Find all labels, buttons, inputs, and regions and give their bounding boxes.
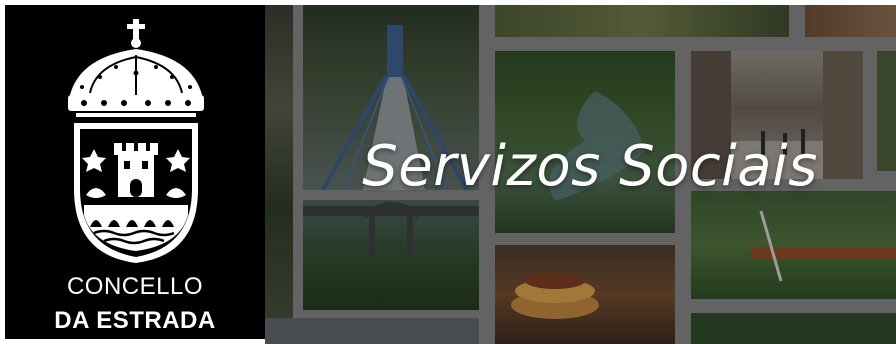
municipality-name-line-1: CONCELLO — [66, 273, 204, 300]
coat-of-arms-emblem — [68, 19, 204, 263]
photo-collage-banner: Servizos Sociais — [265, 5, 896, 344]
municipality-name-line-2: DA ESTRADA — [54, 307, 216, 334]
banner-title: Servizos Sociais — [362, 134, 818, 199]
municipal-logo-panel: CONCELLO DA ESTRADA — [5, 5, 265, 339]
